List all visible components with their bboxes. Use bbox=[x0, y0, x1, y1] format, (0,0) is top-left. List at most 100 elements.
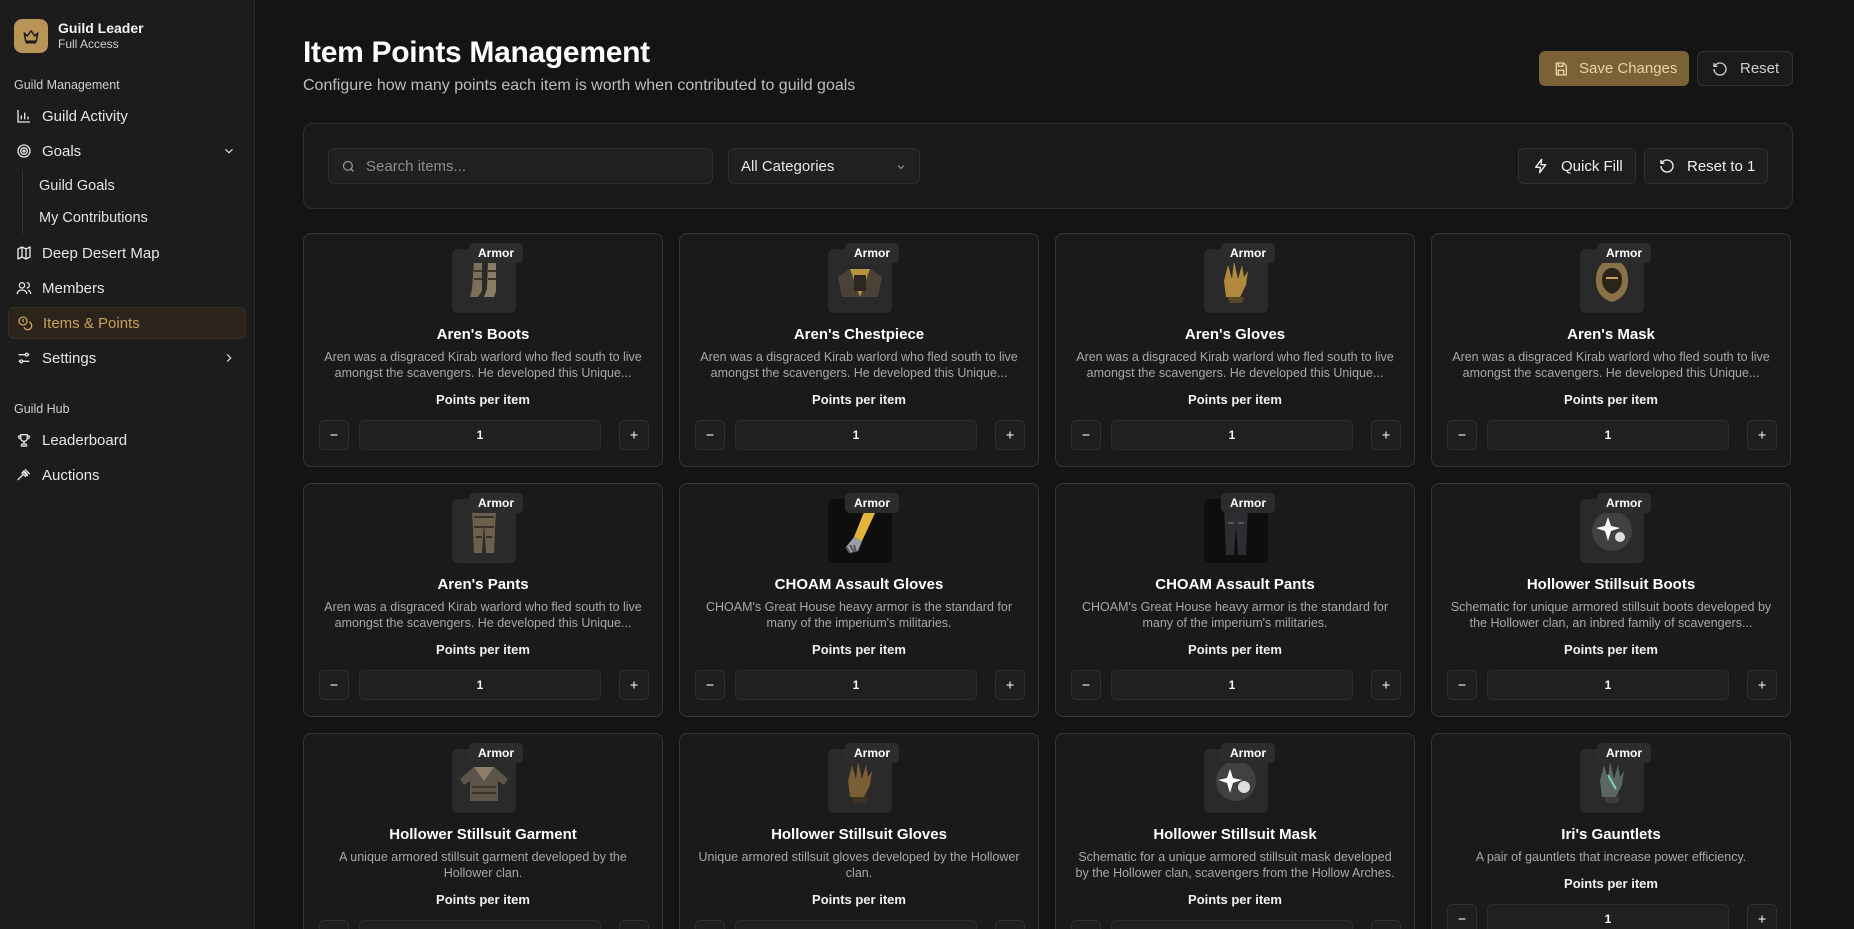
item-description: A unique armored stillsuit garment devel… bbox=[339, 850, 627, 880]
decrement-button[interactable] bbox=[319, 670, 349, 700]
points-label: Points per item bbox=[812, 392, 906, 407]
increment-button[interactable] bbox=[619, 920, 649, 929]
sidebar-item-items-points[interactable]: Items & Points bbox=[8, 307, 246, 339]
item-description: Schematic for unique armored stillsuit b… bbox=[1450, 600, 1772, 630]
item-description: A pair of gauntlets that increase power … bbox=[1475, 850, 1747, 864]
points-input[interactable]: 1 bbox=[1487, 904, 1729, 929]
points-stepper: 1 bbox=[1447, 670, 1777, 700]
crown-icon bbox=[14, 19, 48, 53]
points-input[interactable]: 1 bbox=[359, 920, 601, 929]
sidebar-item-guild-goals[interactable]: Guild Goals bbox=[27, 170, 254, 202]
decrement-button[interactable] bbox=[1071, 920, 1101, 929]
chevron-down-icon bbox=[897, 165, 905, 170]
reset-to-one-button[interactable]: Reset to 1 bbox=[1644, 148, 1768, 184]
increment-button[interactable] bbox=[619, 670, 649, 700]
sidebar-item-label: Guild Activity bbox=[42, 107, 128, 125]
page-title: Item Points Management bbox=[303, 36, 650, 69]
increment-button[interactable] bbox=[1747, 670, 1777, 700]
points-stepper: 1 bbox=[319, 920, 649, 929]
item-description: CHOAM's Great House heavy armor is the s… bbox=[1082, 600, 1388, 630]
sidebar-item-leaderboard[interactable]: Leaderboard bbox=[8, 424, 246, 456]
points-stepper: 1 bbox=[1071, 920, 1401, 929]
increment-button[interactable] bbox=[995, 670, 1025, 700]
points-input[interactable]: 1 bbox=[735, 670, 977, 700]
item-description: Aren was a disgraced Kirab warlord who f… bbox=[1452, 350, 1770, 380]
item-description: CHOAM's Great House heavy armor is the s… bbox=[706, 600, 1012, 630]
increment-button[interactable] bbox=[995, 420, 1025, 450]
brand-subtitle: Full Access bbox=[58, 37, 119, 51]
increment-button[interactable] bbox=[619, 420, 649, 450]
bar-chart-icon bbox=[17, 110, 30, 123]
points-input[interactable]: 1 bbox=[1111, 670, 1353, 700]
increment-button[interactable] bbox=[995, 920, 1025, 929]
item-card: Armor Hollower Stillsuit Garment A uniqu… bbox=[303, 733, 663, 929]
item-name: Aren's Gloves bbox=[1184, 326, 1286, 343]
sidebar-item-deep-desert-map[interactable]: Deep Desert Map bbox=[8, 237, 246, 269]
minus-icon bbox=[330, 684, 338, 686]
minus-icon bbox=[1458, 918, 1466, 920]
category-badge: Armor bbox=[1597, 243, 1652, 263]
sidebar-item-auctions[interactable]: Auctions bbox=[8, 459, 246, 491]
decrement-button[interactable] bbox=[1071, 670, 1101, 700]
increment-button[interactable] bbox=[1371, 920, 1401, 929]
points-input[interactable]: 1 bbox=[1111, 420, 1353, 450]
decrement-button[interactable] bbox=[1447, 670, 1477, 700]
decrement-button[interactable] bbox=[319, 920, 349, 929]
category-select[interactable]: All Categories bbox=[728, 148, 920, 184]
points-input[interactable]: 1 bbox=[359, 670, 601, 700]
item-name: Aren's Chestpiece bbox=[793, 326, 925, 343]
save-changes-label: Save Changes bbox=[1579, 60, 1678, 77]
item-name: CHOAM Assault Gloves bbox=[774, 576, 944, 593]
decrement-button[interactable] bbox=[319, 420, 349, 450]
increment-button[interactable] bbox=[1371, 670, 1401, 700]
plus-icon bbox=[630, 431, 638, 439]
points-stepper: 1 bbox=[1447, 420, 1777, 450]
plus-icon bbox=[1382, 681, 1390, 689]
points-input[interactable]: 1 bbox=[1487, 670, 1729, 700]
points-input[interactable]: 1 bbox=[735, 920, 977, 929]
item-card: Armor Aren's Gloves Aren was a disgraced… bbox=[1055, 233, 1415, 467]
increment-button[interactable] bbox=[1371, 420, 1401, 450]
brand-title: Guild Leader bbox=[58, 20, 144, 36]
coins-icon bbox=[18, 316, 33, 331]
trophy-icon bbox=[17, 434, 31, 447]
category-badge: Armor bbox=[1597, 743, 1652, 763]
quick-fill-button[interactable]: Quick Fill bbox=[1518, 148, 1636, 184]
sidebar-item-guild-activity[interactable]: Guild Activity bbox=[8, 100, 246, 132]
search-input[interactable] bbox=[366, 157, 686, 175]
sidebar-item-goals[interactable]: Goals bbox=[8, 135, 246, 167]
points-input[interactable]: 1 bbox=[735, 420, 977, 450]
sidebar-item-members[interactable]: Members bbox=[8, 272, 246, 304]
minus-icon bbox=[1458, 434, 1466, 436]
rotate-ccw-icon bbox=[1660, 159, 1674, 173]
increment-button[interactable] bbox=[1747, 904, 1777, 929]
decrement-button[interactable] bbox=[1447, 904, 1477, 929]
minus-icon bbox=[1082, 434, 1090, 436]
search-box[interactable] bbox=[328, 148, 713, 184]
reset-button[interactable]: Reset bbox=[1697, 51, 1793, 86]
decrement-button[interactable] bbox=[695, 670, 725, 700]
increment-button[interactable] bbox=[1747, 420, 1777, 450]
save-changes-button[interactable]: Save Changes bbox=[1539, 51, 1689, 86]
sidebar-item-settings[interactable]: Settings bbox=[8, 342, 246, 374]
points-stepper: 1 bbox=[319, 670, 649, 700]
points-input[interactable]: 1 bbox=[359, 420, 601, 450]
decrement-button[interactable] bbox=[695, 420, 725, 450]
points-input[interactable]: 1 bbox=[1111, 920, 1353, 929]
map-icon bbox=[17, 246, 31, 260]
category-badge: Armor bbox=[469, 743, 524, 763]
sidebar-item-my-contributions[interactable]: My Contributions bbox=[27, 202, 254, 234]
sidebar: Guild Leader Full Access Guild Managemen… bbox=[0, 0, 255, 929]
points-input[interactable]: 1 bbox=[1487, 420, 1729, 450]
target-icon bbox=[17, 144, 31, 158]
reset-to-one-label: Reset to 1 bbox=[1687, 157, 1756, 175]
category-badge: Armor bbox=[845, 743, 900, 763]
brand[interactable]: Guild Leader Full Access bbox=[0, 0, 254, 58]
plus-icon bbox=[1758, 915, 1766, 923]
category-badge: Armor bbox=[845, 493, 900, 513]
decrement-button[interactable] bbox=[1071, 420, 1101, 450]
item-name: Iri's Gauntlets bbox=[1561, 826, 1661, 843]
decrement-button[interactable] bbox=[695, 920, 725, 929]
decrement-button[interactable] bbox=[1447, 420, 1477, 450]
item-description: Unique armored stillsuit gloves develope… bbox=[698, 850, 1020, 880]
